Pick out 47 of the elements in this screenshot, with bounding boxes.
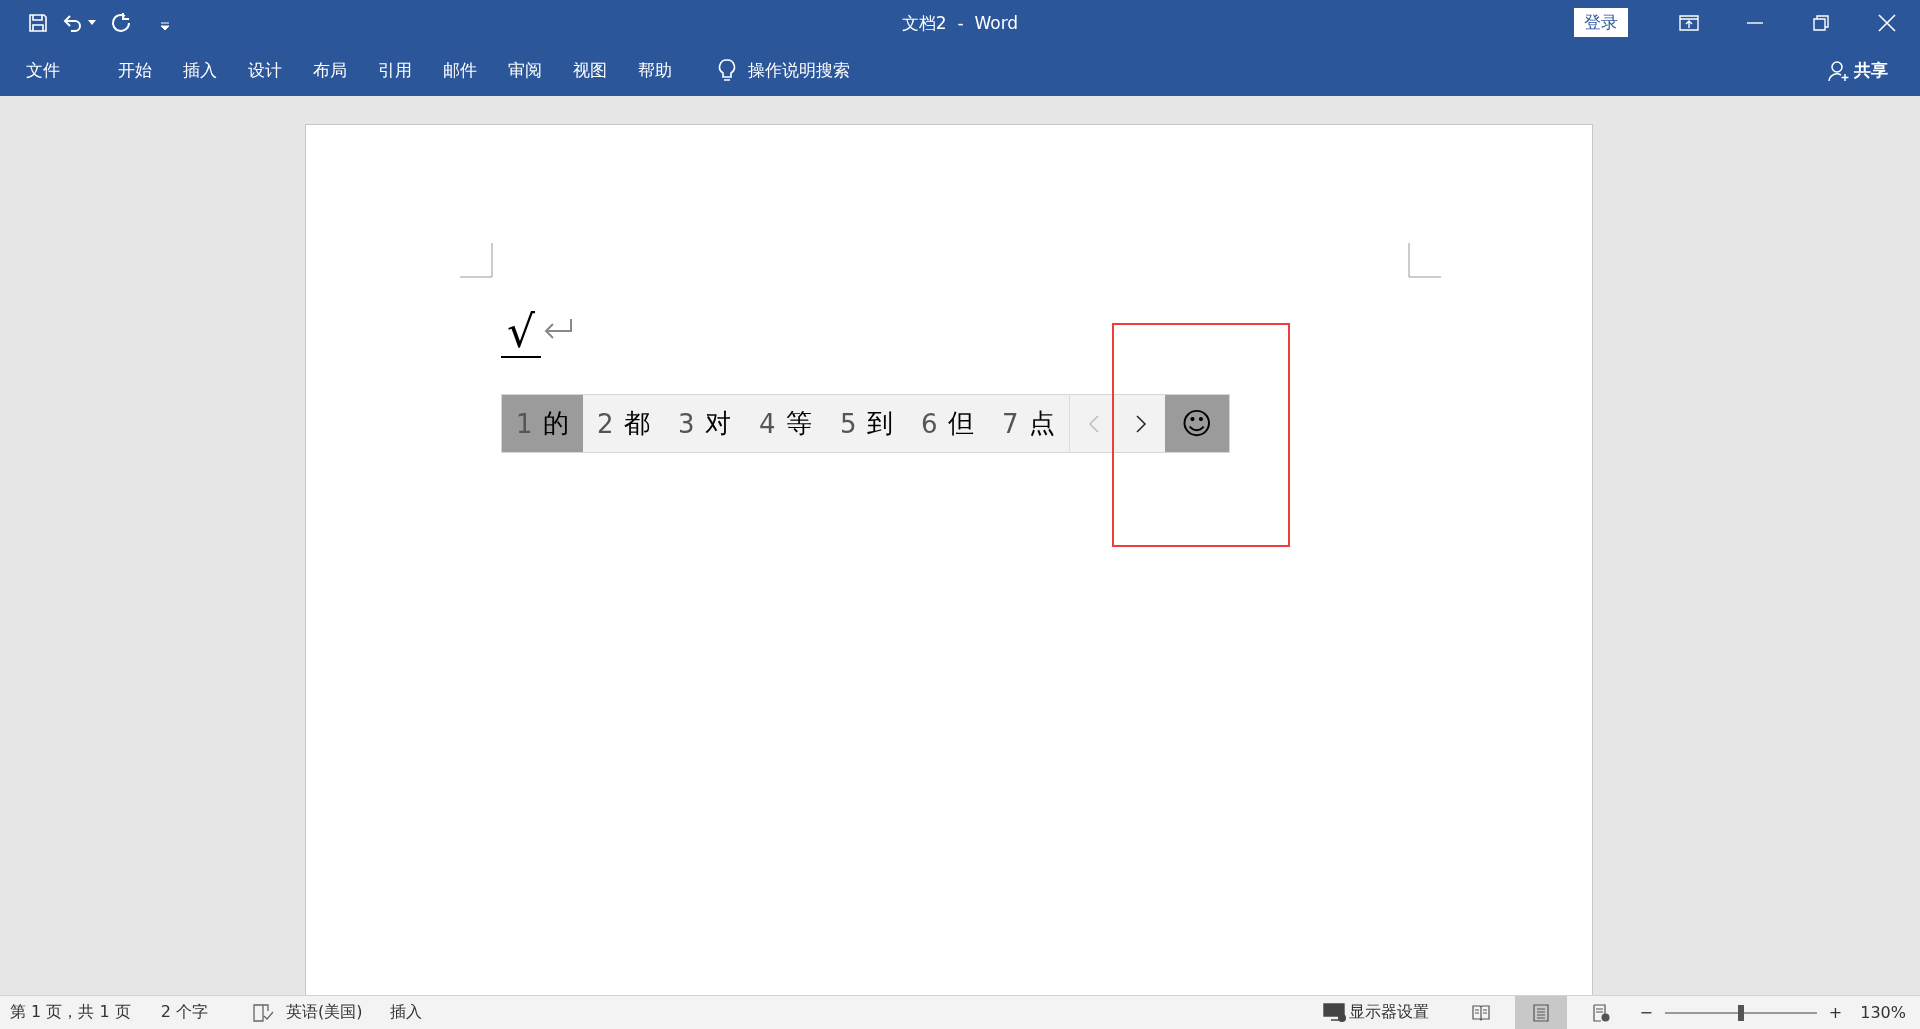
insert-mode-status[interactable]: 插入 — [390, 1002, 423, 1023]
proofing-icon[interactable] — [251, 1002, 274, 1023]
page-count[interactable]: 第 1 页，共 1 页 — [10, 1002, 131, 1023]
tell-me-search[interactable]: 操作说明搜索 — [712, 57, 856, 84]
zoom-in-button[interactable]: + — [1822, 996, 1849, 1029]
save-icon[interactable] — [28, 12, 48, 33]
print-view-icon — [1531, 1002, 1552, 1023]
ribbon-tab[interactable]: 设计 — [239, 59, 291, 82]
zoom-out-button[interactable]: − — [1633, 996, 1659, 1029]
ribbon-tab[interactable]: 审阅 — [499, 59, 551, 82]
ribbon-tab[interactable]: 开始 — [109, 59, 161, 82]
monitor-gear-icon — [1323, 1002, 1348, 1023]
language-status[interactable]: 英语(美国) — [285, 1002, 363, 1023]
ribbon-tab[interactable]: 布局 — [304, 59, 356, 82]
chevron-left-icon — [1087, 413, 1100, 434]
candidate-item[interactable]: 3 对 — [664, 395, 745, 452]
document-text: √ — [501, 308, 542, 358]
candidate-item[interactable]: 2 都 — [583, 395, 664, 452]
lightbulb-icon — [718, 58, 736, 83]
add-person-icon — [1828, 59, 1850, 82]
chevron-right-icon — [1135, 413, 1147, 434]
share-button[interactable]: 共享 — [1822, 58, 1894, 83]
ribbon-tab[interactable]: 邮件 — [434, 59, 486, 82]
customize-icon[interactable] — [160, 20, 170, 31]
ribbon-tab[interactable]: 引用 — [369, 59, 421, 82]
caret-icon[interactable] — [88, 19, 96, 26]
candidate-item[interactable]: 7 点 — [988, 395, 1069, 452]
word-count[interactable]: 2 个字 — [160, 1002, 208, 1023]
zoom-level[interactable]: 130% — [1860, 1003, 1906, 1022]
candidate-item[interactable]: 4 等 — [745, 395, 826, 452]
candidate-item[interactable]: 5 到 — [826, 395, 907, 452]
undo-icon[interactable] — [62, 12, 84, 33]
ribbon-tab[interactable]: 帮助 — [629, 59, 681, 82]
ribbon-tab[interactable]: 视图 — [564, 59, 616, 82]
read-view-icon — [1471, 1002, 1492, 1023]
ribbon-tab[interactable]: 插入 — [174, 59, 226, 82]
ribbon-tab[interactable]: 文件 — [26, 59, 69, 82]
web-view-icon — [1591, 1002, 1612, 1023]
margin-corner-icon — [460, 243, 493, 278]
candidate-item[interactable]: 1 的 — [502, 395, 583, 452]
window-title: 文档2 - Word — [901, 12, 1019, 35]
login-button[interactable]: 登录 — [1574, 8, 1628, 37]
emoji-button[interactable]: ☺ — [1165, 395, 1229, 452]
margin-corner-icon — [1408, 243, 1441, 278]
candidate-item[interactable]: 6 但 — [907, 395, 988, 452]
redo-icon[interactable] — [110, 11, 132, 34]
display-settings-button[interactable]: 显示器设置 — [1317, 996, 1436, 1029]
